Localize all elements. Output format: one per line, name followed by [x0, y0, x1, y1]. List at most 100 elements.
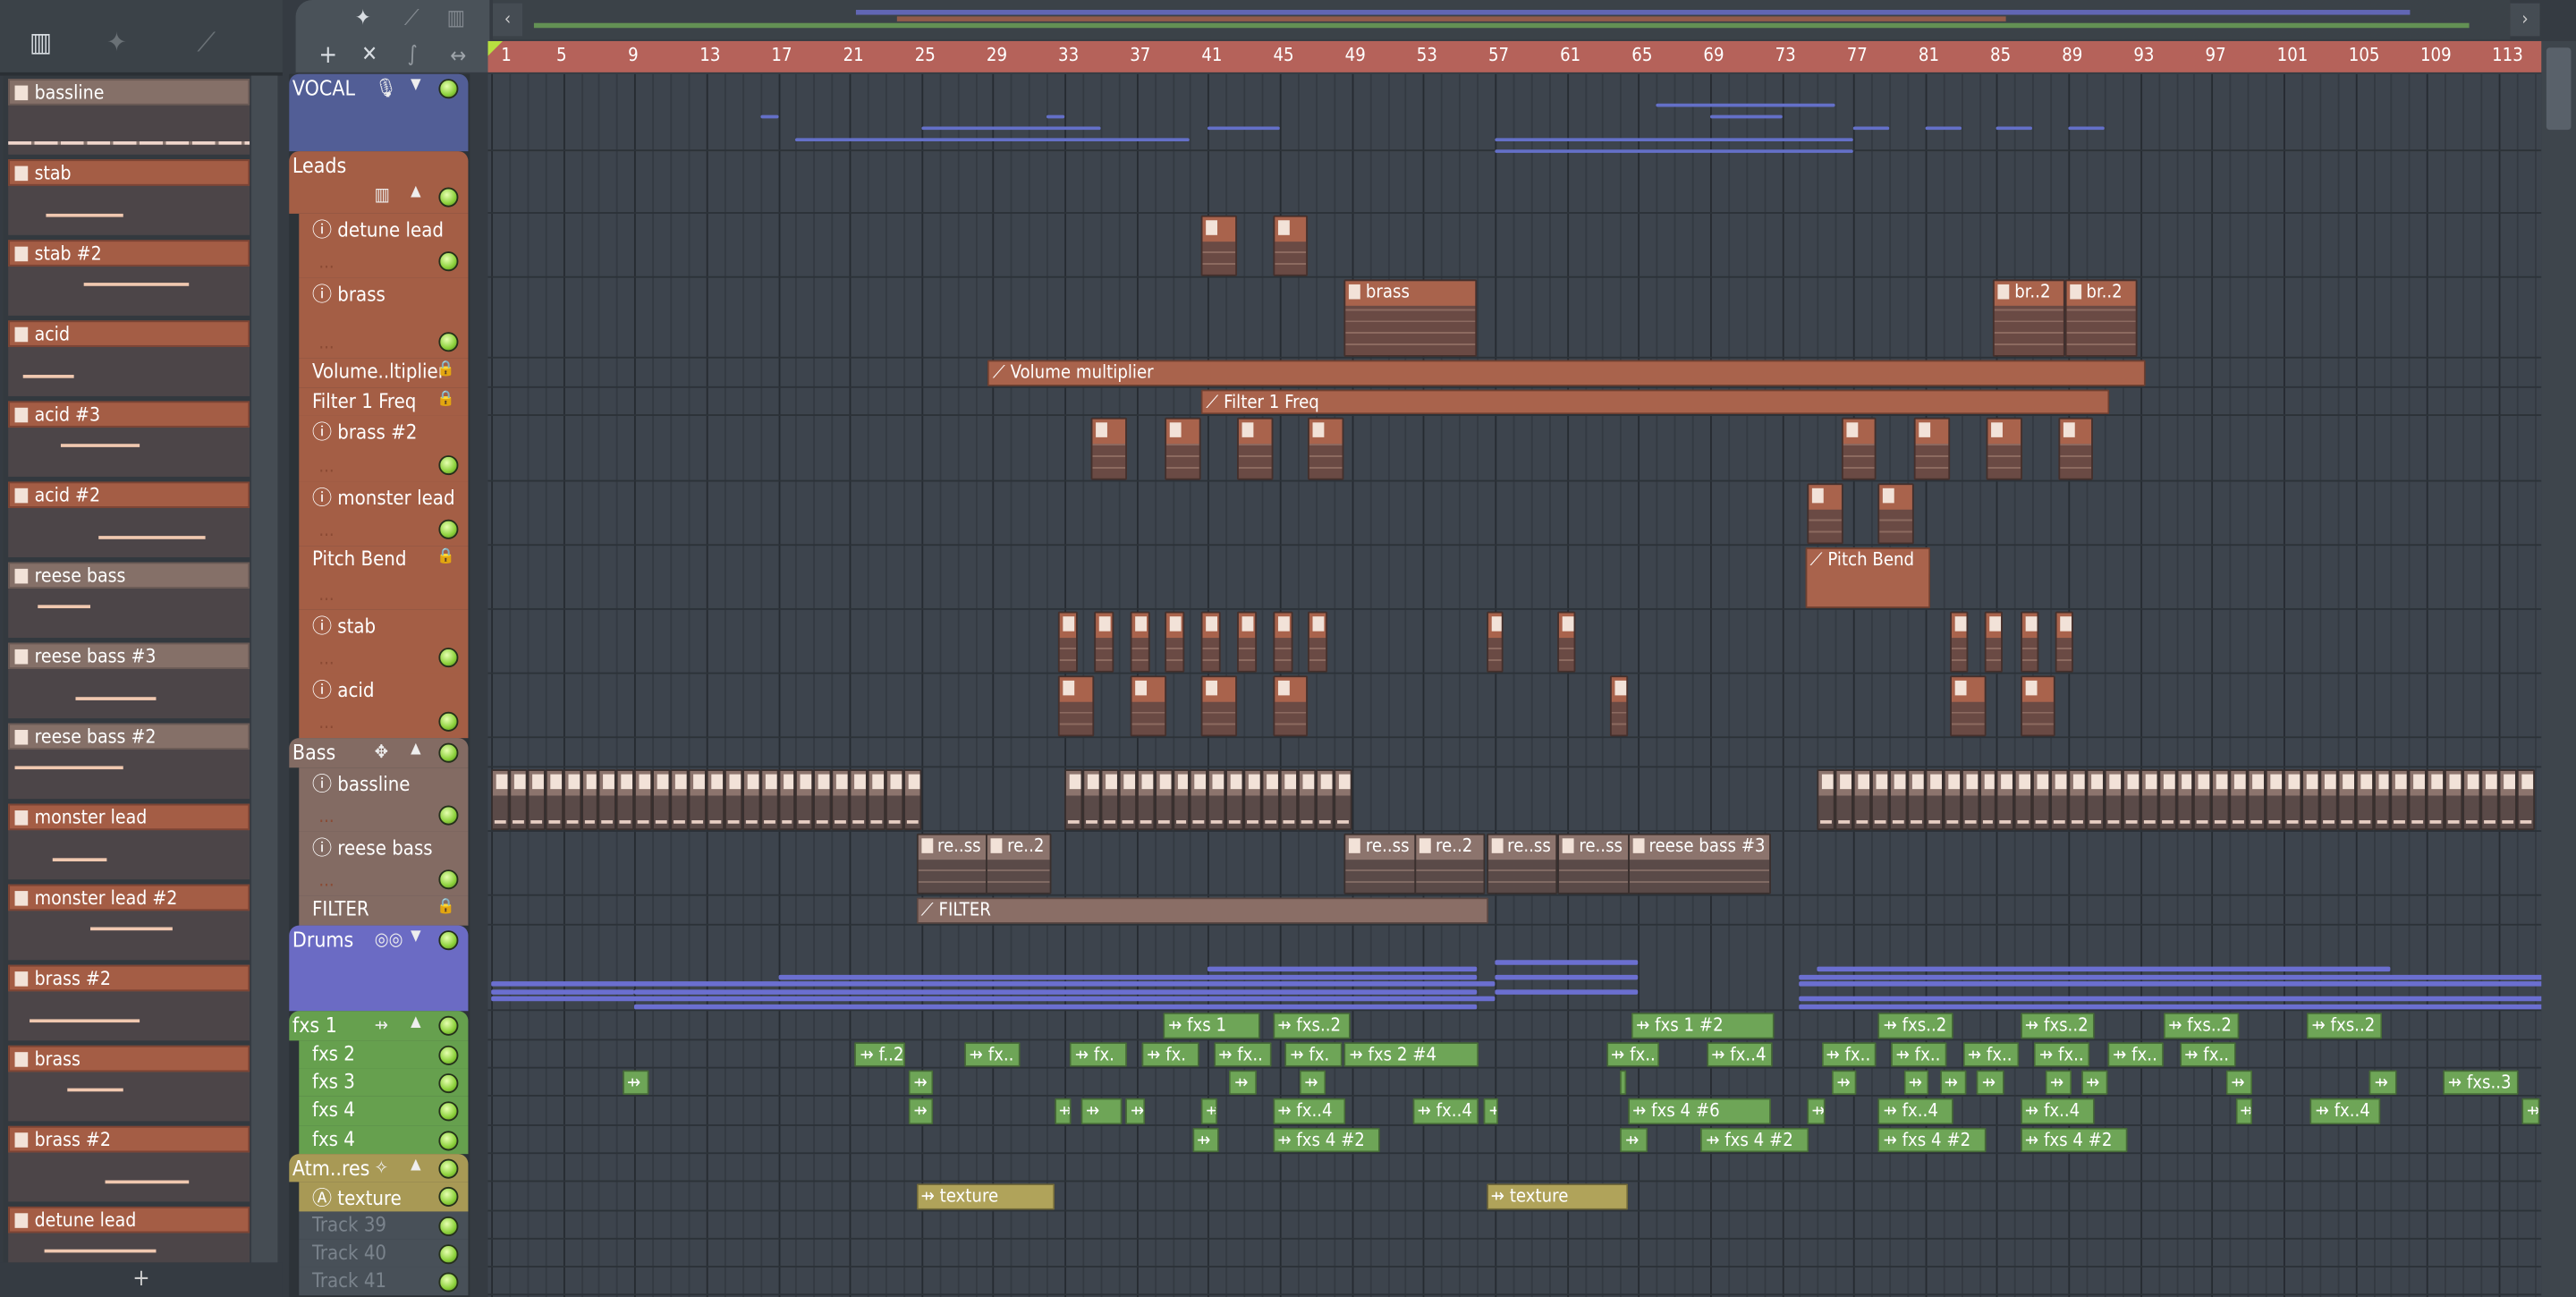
track-header[interactable]: Pitch Bend 🔒...	[299, 546, 469, 610]
audio-clip[interactable]: ⇸ fxs..2	[2307, 1013, 2383, 1039]
picker-item[interactable]: reese bass	[8, 562, 250, 639]
pattern-clip[interactable]	[1984, 611, 2003, 673]
track-header[interactable]: Filter 1 Freq 🔒	[299, 387, 469, 416]
pattern-clip[interactable]	[563, 769, 581, 831]
track-name[interactable]: Track 41	[312, 1269, 386, 1293]
pattern-clip[interactable]	[1154, 769, 1173, 831]
picker-item-header[interactable]: acid	[8, 320, 250, 347]
audio-clip[interactable]: ⇸ fx..	[964, 1042, 1021, 1067]
track-enable-led[interactable]	[438, 79, 459, 99]
audio-clip[interactable]: ⇸ fx.	[1070, 1042, 1128, 1067]
picker-item[interactable]: acid	[8, 320, 250, 396]
audio-clip[interactable]: ⇸ fx..4	[1412, 1098, 1479, 1125]
track-header[interactable]: Track 40	[299, 1239, 469, 1267]
audio-clip[interactable]: ⇸	[1191, 1127, 1219, 1153]
audio-clip[interactable]: ⇸ fxs 4 #2	[2020, 1127, 2128, 1153]
pattern-clip[interactable]	[2104, 769, 2123, 831]
audio-clip[interactable]: ⇸ fx..	[1213, 1042, 1271, 1067]
pattern-clip[interactable]	[2175, 769, 2194, 831]
pattern-clip[interactable]	[1131, 675, 1167, 737]
pattern-clip[interactable]	[545, 769, 564, 831]
track-name[interactable]: Pitch Bend	[312, 547, 406, 571]
track-header[interactable]: Bass ✥ ▲	[289, 738, 469, 768]
track-header[interactable]: ⓘ detune lead...	[299, 213, 469, 278]
pattern-clip[interactable]	[634, 769, 653, 831]
picker-item-header[interactable]: monster lead #2	[8, 884, 250, 911]
audio-clip[interactable]: ⇸	[2369, 1070, 2397, 1095]
picker-item[interactable]: brass #2	[8, 964, 250, 1041]
audio-clip[interactable]: ⇸ fxs 4 #2	[1878, 1127, 1987, 1153]
drum-clip[interactable]	[634, 1003, 1478, 1009]
track-name[interactable]: fxs 4	[312, 1098, 355, 1122]
pattern-clip[interactable]	[1333, 769, 1352, 831]
pattern-clip[interactable]: brass	[1343, 279, 1478, 357]
pattern-clip[interactable]: br..2	[2064, 279, 2137, 357]
pattern-clip[interactable]	[813, 769, 832, 831]
collapse-toggle[interactable]: ▲	[411, 1157, 420, 1174]
audio-clip[interactable]: ⇸	[909, 1098, 935, 1125]
track-enable-led[interactable]	[438, 1101, 459, 1122]
track-enable-led[interactable]	[438, 251, 459, 272]
track-header[interactable]: Drums ◎◎ ▼	[289, 925, 469, 1012]
track-name[interactable]: ⓘ detune lead	[312, 216, 444, 243]
pattern-clip[interactable]	[706, 769, 724, 831]
audio-clip[interactable]: ⇸ fxs 4 #6	[1627, 1098, 1771, 1125]
pattern-clip[interactable]	[1100, 769, 1119, 831]
pattern-clip[interactable]	[1308, 611, 1328, 673]
vocal-clip[interactable]	[921, 126, 1101, 131]
microphone-icon[interactable]: 🎙	[375, 77, 398, 98]
track-header[interactable]: VOCAL 🎙 ▼	[289, 73, 469, 152]
pattern-clip[interactable]	[724, 769, 742, 831]
vocal-clip[interactable]	[795, 138, 1191, 142]
picker-item-header[interactable]: reese bass #3	[8, 642, 250, 669]
playlist-grid[interactable]: brass br..2 br..2 ⟋ Volume multiplier ⟋ Filt…	[487, 73, 2542, 1297]
track-name[interactable]: Filter 1 Freq	[312, 390, 416, 413]
track-name[interactable]: ⓘ stab	[312, 612, 376, 640]
pattern-clip[interactable]	[2050, 769, 2069, 831]
pattern-clip[interactable]	[1236, 611, 1257, 673]
automation-clip[interactable]: ⟋ FILTER	[916, 897, 1488, 924]
track-enable-led[interactable]	[438, 742, 459, 763]
vocal-clip[interactable]	[2068, 126, 2105, 131]
picker-item[interactable]: stab	[8, 159, 250, 235]
track-enable-led[interactable]	[438, 1244, 459, 1265]
vocal-clip[interactable]	[1925, 126, 1962, 131]
pattern-clip[interactable]	[1279, 769, 1298, 831]
track-enable-led[interactable]	[438, 711, 459, 732]
audio-clip[interactable]: ⇸ fx..4	[1878, 1098, 1954, 1125]
picker-item-header[interactable]: brass #2	[8, 1125, 250, 1153]
track-name[interactable]: ⓘ reese bass	[312, 834, 433, 861]
pattern-clip[interactable]	[1557, 611, 1576, 673]
track-header[interactable]: fxs 4	[299, 1096, 469, 1126]
pattern-clip[interactable]	[2122, 769, 2140, 831]
collapse-toggle[interactable]: ▼	[411, 928, 420, 945]
pattern-clip[interactable]	[1057, 611, 1078, 673]
picker-item-header[interactable]: detune lead	[8, 1206, 250, 1233]
vertical-scrollbar[interactable]	[2541, 40, 2576, 1297]
pattern-clip[interactable]	[1261, 769, 1280, 831]
pattern-clip[interactable]	[2445, 769, 2463, 831]
track-enable-led[interactable]	[438, 1045, 459, 1065]
track-enable-led[interactable]	[438, 187, 459, 208]
pattern-clip[interactable]	[616, 769, 635, 831]
pattern-clip[interactable]	[2391, 769, 2410, 831]
audio-clip[interactable]: ⇸	[1054, 1098, 1072, 1125]
pattern-clip[interactable]	[2319, 769, 2338, 831]
pattern-clip[interactable]	[1943, 769, 1962, 831]
picker-item-header[interactable]: brass	[8, 1045, 250, 1072]
vocal-clip[interactable]	[759, 114, 778, 119]
track-name[interactable]: ⓘ bassline	[312, 769, 411, 797]
pattern-clip[interactable]	[795, 769, 814, 831]
pattern-clip[interactable]	[1057, 675, 1094, 737]
pattern-clip[interactable]	[1950, 611, 1969, 673]
drum-clip[interactable]	[1495, 973, 1639, 979]
audio-clip[interactable]: ⇸	[1806, 1098, 1825, 1125]
pattern-clip[interactable]	[1200, 215, 1237, 276]
pattern-clip[interactable]	[2373, 769, 2392, 831]
pattern-clip[interactable]	[1996, 769, 2015, 831]
drum-clip[interactable]	[1799, 1003, 2542, 1009]
sparkle-icon[interactable]: ✧	[375, 1157, 388, 1179]
picker-item[interactable]: reese bass #3	[8, 642, 250, 719]
picker-item-header[interactable]: stab #2	[8, 240, 250, 267]
pattern-clip[interactable]: br..2	[1993, 279, 2065, 357]
